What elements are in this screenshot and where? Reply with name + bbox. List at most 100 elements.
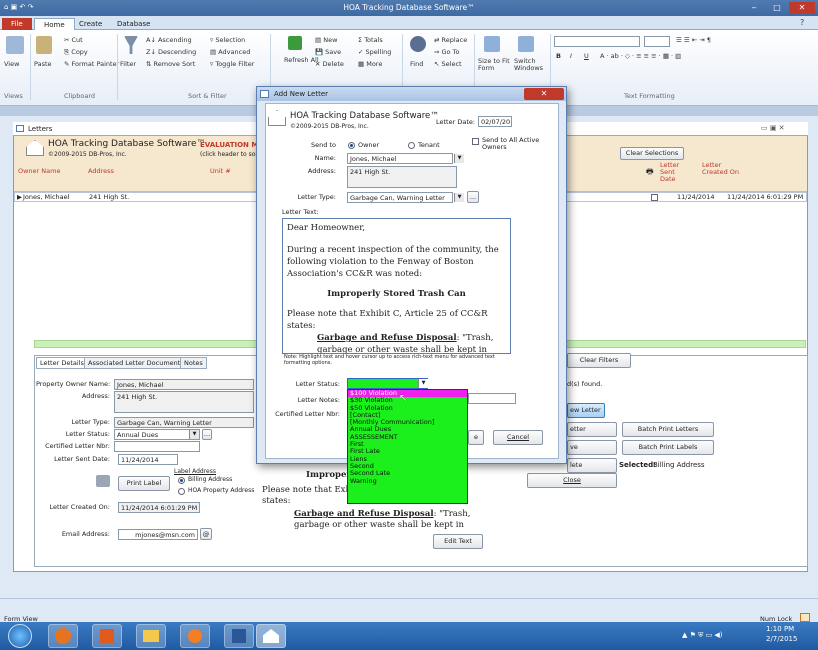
chevron-down-icon[interactable]: ▼: [189, 430, 199, 439]
more-button[interactable]: ▦ More: [358, 60, 382, 68]
owner-field[interactable]: Jones, Michael: [114, 379, 254, 390]
switch-windows-icon[interactable]: [518, 36, 534, 52]
chevron-down-icon[interactable]: ▼: [418, 379, 428, 388]
italic-button[interactable]: I: [570, 52, 572, 60]
letter-status-dropdown[interactable]: $100 Violation $30 Violation $50 Violati…: [347, 389, 468, 504]
binoculars-icon[interactable]: [410, 36, 426, 52]
tab-letter-details[interactable]: Letter Details: [36, 357, 88, 369]
hoa-address-radio[interactable]: [178, 488, 185, 495]
email-field[interactable]: mjones@msn.com: [118, 529, 198, 540]
maximize-button[interactable]: □: [766, 2, 788, 14]
office-icon[interactable]: [92, 624, 122, 648]
batch-print-letters-button[interactable]: Batch Print Letters: [622, 422, 714, 437]
letter-type-edit-button[interactable]: ...: [467, 191, 479, 203]
col-letter-created[interactable]: Letter Created On: [702, 162, 742, 176]
close-form-button[interactable]: Close: [527, 473, 617, 488]
font-color-buttons[interactable]: A · ab · ◇ · ≡ ≡ ≡ · ▦ · ▥: [600, 52, 681, 60]
paste-button[interactable]: Paste: [34, 60, 52, 68]
toggle-filter-button[interactable]: ▿ Toggle Filter: [210, 60, 254, 68]
letter-date-field[interactable]: 02/07/2015: [478, 116, 512, 127]
batch-print-labels-button[interactable]: Batch Print Labels: [622, 440, 714, 455]
letter-text-editor[interactable]: Dear Homeowner, During a recent inspecti…: [282, 218, 511, 354]
print-label-button[interactable]: Print Label: [118, 476, 170, 491]
row-owner[interactable]: Jones, Michael: [23, 193, 69, 201]
start-button-icon[interactable]: [8, 624, 32, 648]
letter-status-select[interactable]: [347, 378, 428, 389]
col-letter-sent[interactable]: Letter Sent Date: [660, 162, 690, 183]
clear-filters-button[interactable]: Clear Filters: [567, 353, 631, 368]
dialog-close-button[interactable]: ✕: [524, 88, 564, 100]
created-field[interactable]: 11/24/2014 6:01:29 PM: [118, 502, 200, 513]
font-size-select[interactable]: [644, 36, 670, 47]
col-unit[interactable]: Unit #: [210, 167, 231, 175]
minimize-button[interactable]: ‒: [743, 2, 765, 14]
select-button[interactable]: ↖ Select: [434, 60, 462, 68]
word-icon[interactable]: [224, 624, 254, 648]
form-window-controls[interactable]: ▭ ▣ ✕: [761, 124, 785, 132]
delete-record-button[interactable]: ✕ Delete: [315, 60, 344, 68]
underline-button[interactable]: U: [584, 52, 589, 60]
firefox-icon[interactable]: [48, 624, 78, 648]
tab-home[interactable]: Home: [34, 18, 75, 30]
letter-type-field[interactable]: Garbage Can, Warning Letter: [114, 417, 254, 428]
refresh-icon[interactable]: [288, 36, 302, 50]
col-owner-name[interactable]: Owner Name: [18, 167, 60, 175]
new-letter-button[interactable]: ew Letter: [567, 403, 605, 418]
close-button[interactable]: ✕: [789, 2, 815, 14]
copy-button[interactable]: ⎘ Copy: [64, 48, 88, 57]
tab-file[interactable]: File: [2, 18, 32, 30]
paste-icon[interactable]: [36, 36, 52, 54]
save-button[interactable]: ve: [567, 440, 617, 455]
sort-ascending-button[interactable]: A↓ Ascending: [146, 36, 192, 44]
advanced-button[interactable]: ▤ Advanced: [210, 48, 250, 56]
clear-selections-button[interactable]: Clear Selections: [620, 147, 684, 160]
status-option[interactable]: Warning: [348, 477, 467, 485]
goto-button[interactable]: ⇒ Go To: [434, 48, 459, 56]
help-icon[interactable]: ?: [800, 18, 804, 27]
address-field[interactable]: 241 High St.: [114, 391, 254, 413]
totals-button[interactable]: Σ Totals: [358, 36, 383, 44]
media-player-icon[interactable]: [180, 624, 210, 648]
email-button[interactable]: @: [200, 528, 212, 540]
file-explorer-icon[interactable]: [136, 624, 166, 648]
bold-button[interactable]: B: [556, 52, 561, 60]
sort-descending-button[interactable]: Z↓ Descending: [146, 48, 196, 56]
tenant-radio[interactable]: [408, 142, 415, 149]
tray-icons[interactable]: ▲ ⚑ ⛨ ▭ ◀): [682, 631, 723, 640]
name-select[interactable]: Jones, Michael: [347, 153, 453, 164]
chevron-down-icon[interactable]: ▼: [454, 154, 464, 163]
letter-status-field[interactable]: Annual Dues: [114, 429, 200, 440]
row-sent-date[interactable]: 11/24/2014: [677, 193, 714, 201]
col-address[interactable]: Address: [88, 167, 114, 175]
letters-tab-label[interactable]: Letters: [28, 125, 52, 133]
cut-button[interactable]: ✂ Cut: [64, 36, 83, 44]
form-view-icon[interactable]: [800, 613, 810, 622]
send-all-checkbox[interactable]: [472, 138, 479, 145]
edit-text-button[interactable]: Edit Text: [433, 534, 483, 549]
hoa-app-icon[interactable]: [256, 624, 286, 648]
status-edit-button[interactable]: …: [202, 429, 212, 440]
sent-date-field[interactable]: 11/24/2014: [118, 454, 178, 465]
status-option[interactable]: ASSESSEMENT: [348, 433, 467, 441]
filter-icon[interactable]: [124, 36, 138, 54]
spelling-button[interactable]: ✓ Spelling: [358, 48, 391, 56]
filter-button[interactable]: Filter: [120, 60, 136, 68]
tab-database[interactable]: Database: [108, 18, 159, 30]
view-icon[interactable]: [6, 36, 24, 54]
print-letter-button[interactable]: etter: [567, 422, 617, 437]
owner-radio[interactable]: [348, 142, 355, 149]
find-button[interactable]: Find: [410, 60, 423, 68]
new-record-button[interactable]: ▤ New: [315, 36, 337, 44]
delete-button[interactable]: lete: [567, 458, 617, 473]
dialog-save-button[interactable]: e: [468, 430, 484, 445]
letter-notes-field[interactable]: [468, 393, 516, 404]
row-created-on[interactable]: 11/24/2014 6:01:29 PM: [727, 193, 803, 201]
view-button[interactable]: View: [4, 60, 19, 68]
remove-sort-button[interactable]: ⇅ Remove Sort: [146, 60, 195, 68]
chevron-down-icon[interactable]: ▼: [454, 193, 464, 202]
format-painter-button[interactable]: ✎ Format Painter: [64, 60, 119, 68]
selection-button[interactable]: ▿ Selection: [210, 36, 245, 44]
letter-type-select[interactable]: Garbage Can, Warning Letter: [347, 192, 453, 203]
size-to-fit-button[interactable]: Size to Fit Form: [478, 58, 514, 72]
dialog-cancel-button[interactable]: Cancel: [493, 430, 543, 445]
